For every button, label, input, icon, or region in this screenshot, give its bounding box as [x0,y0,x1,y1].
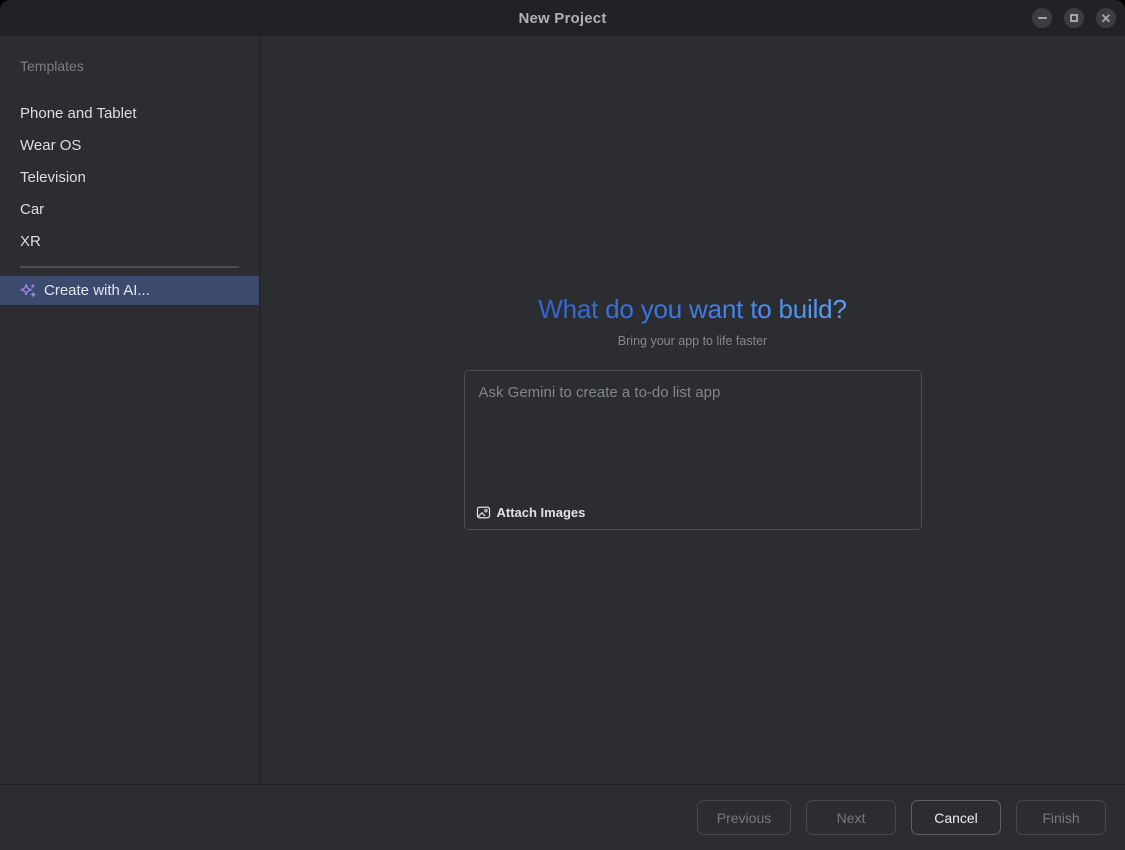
minimize-icon [1038,17,1047,19]
sidebar-header: Templates [0,58,259,78]
gemini-sparkle-icon [20,282,37,299]
sidebar-item-xr[interactable]: XR [0,225,259,257]
sidebar-item-create-with-ai[interactable]: Create with AI... [0,276,259,305]
page-title: What do you want to build? [538,294,846,325]
titlebar[interactable]: New Project ✕ [0,0,1125,36]
sidebar-divider [20,266,239,268]
window-controls: ✕ [1032,0,1116,36]
attach-images-button[interactable]: Attach Images [476,505,586,520]
next-button[interactable]: Next [806,800,896,835]
sidebar-item-wear-os[interactable]: Wear OS [0,129,259,161]
previous-button[interactable]: Previous [697,800,791,835]
window-title: New Project [518,10,606,27]
dialog-body: Templates Phone and Tablet Wear OS Telev… [0,36,1125,784]
finish-button[interactable]: Finish [1016,800,1106,835]
maximize-button[interactable] [1064,8,1084,28]
cancel-button[interactable]: Cancel [911,800,1001,835]
close-icon: ✕ [1101,12,1112,25]
sidebar-item-phone-and-tablet[interactable]: Phone and Tablet [0,97,259,129]
attach-images-label: Attach Images [497,505,586,520]
new-project-dialog: New Project ✕ Templates Phone and Tablet… [0,0,1125,850]
image-attach-icon [476,505,491,520]
sidebar-item-car[interactable]: Car [0,193,259,225]
minimize-button[interactable] [1032,8,1052,28]
prompt-box: Attach Images [464,370,922,530]
maximize-icon [1070,14,1078,22]
page-subtitle: Bring your app to life faster [618,334,767,348]
templates-sidebar: Templates Phone and Tablet Wear OS Telev… [0,36,260,784]
close-button[interactable]: ✕ [1096,8,1116,28]
sidebar-item-television[interactable]: Television [0,161,259,193]
wizard-footer: Previous Next Cancel Finish [0,784,1125,850]
main-panel: What do you want to build? Bring your ap… [260,36,1125,784]
sidebar-item-label: Create with AI... [44,282,150,299]
